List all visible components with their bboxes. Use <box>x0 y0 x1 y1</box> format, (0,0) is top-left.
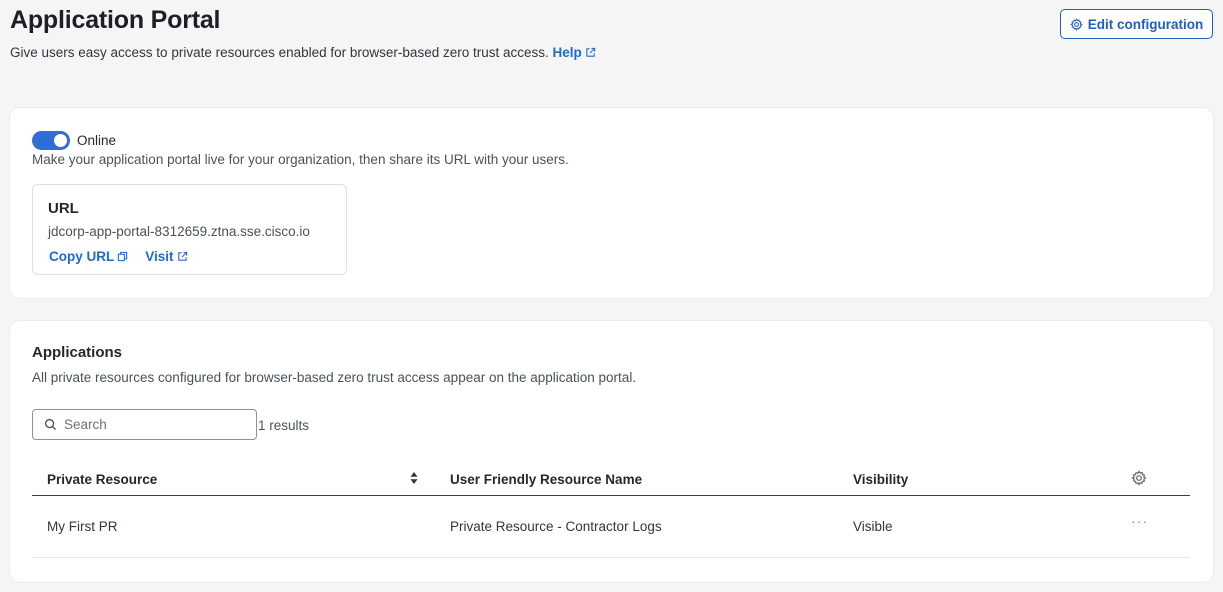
search-icon <box>44 418 57 431</box>
copy-url-link[interactable]: Copy URL <box>49 249 128 264</box>
edit-configuration-label: Edit configuration <box>1087 16 1204 32</box>
cell-private-resource: My First PR <box>47 519 118 534</box>
column-header-private-resource[interactable]: Private Resource <box>47 472 157 487</box>
url-heading: URL <box>48 200 79 217</box>
help-link-label: Help <box>552 45 582 60</box>
column-header-friendly-name: User Friendly Resource Name <box>450 472 643 487</box>
applications-table: Private Resource User Friendly Resource … <box>32 463 1190 558</box>
applications-description: All private resources configured for bro… <box>32 370 637 385</box>
applications-card: Applications All private resources confi… <box>10 321 1213 582</box>
table-header: Private Resource User Friendly Resource … <box>32 463 1190 496</box>
external-link-icon <box>586 47 595 57</box>
results-count: 1 results <box>258 418 310 433</box>
toggle-knob <box>54 134 67 147</box>
edit-configuration-button[interactable]: Edit configuration <box>1060 9 1213 39</box>
visit-label: Visit <box>145 249 174 264</box>
copy-icon <box>118 251 128 262</box>
applications-title: Applications <box>32 344 123 361</box>
portal-status-card: Online Make your application portal live… <box>10 108 1213 298</box>
column-header-visibility: Visibility <box>853 472 909 487</box>
copy-url-label: Copy URL <box>49 249 115 264</box>
url-actions: Copy URL Visit <box>49 249 188 264</box>
page-subtitle-text: Give users easy access to private resour… <box>10 45 549 60</box>
table-row[interactable]: My First PR Private Resource - Contracto… <box>32 496 1190 558</box>
gear-icon[interactable] <box>1131 470 1147 486</box>
url-box: URL jdcorp-app-portal-8312659.ztna.sse.c… <box>32 184 347 275</box>
more-icon[interactable]: ··· <box>1131 513 1148 529</box>
search-input[interactable] <box>64 417 244 432</box>
url-value: jdcorp-app-portal-8312659.ztna.sse.cisco… <box>48 224 310 239</box>
page-title: Application Portal <box>10 6 221 34</box>
sort-icon[interactable] <box>410 471 418 485</box>
visit-link[interactable]: Visit <box>145 249 187 264</box>
page-subtitle: Give users easy access to private resour… <box>10 45 596 60</box>
online-toggle-label: Online <box>77 133 117 148</box>
help-link[interactable]: Help <box>553 45 596 60</box>
online-toggle[interactable] <box>32 131 70 150</box>
gear-icon <box>1069 17 1083 31</box>
cell-visibility: Visible <box>853 519 893 534</box>
search-box <box>32 409 257 440</box>
status-description: Make your application portal live for yo… <box>32 152 569 167</box>
external-link-icon <box>177 251 187 261</box>
cell-friendly-name: Private Resource - Contractor Logs <box>450 519 662 534</box>
